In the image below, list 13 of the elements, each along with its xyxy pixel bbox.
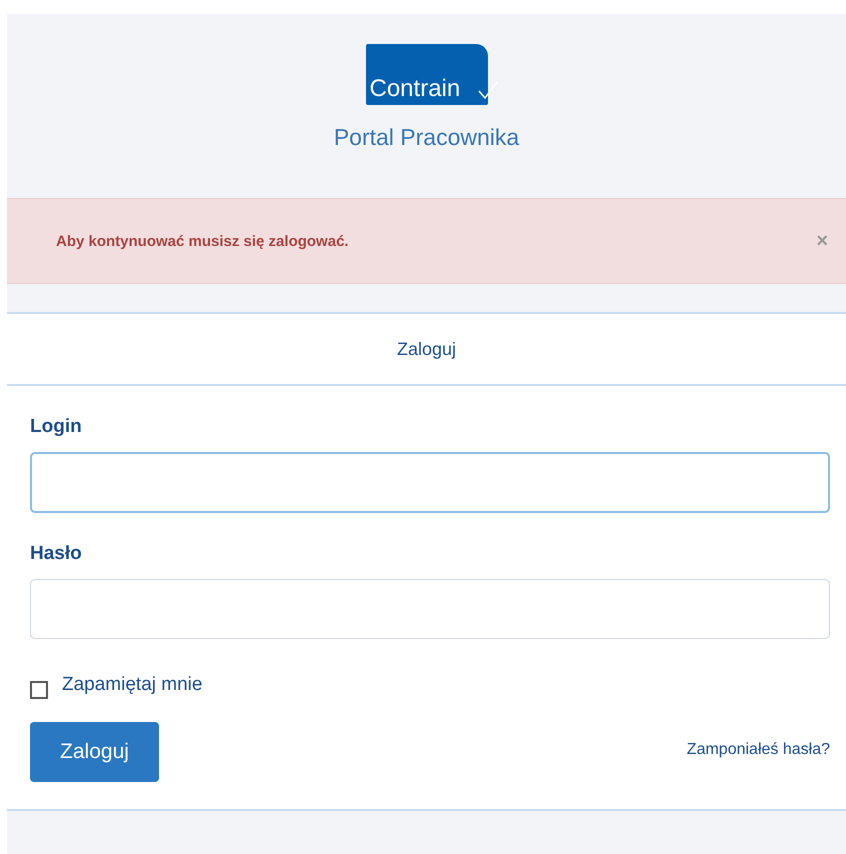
logo-text: Contrain bbox=[370, 77, 460, 101]
panel-title: Zaloguj bbox=[7, 314, 846, 386]
checkbox[interactable] bbox=[30, 681, 48, 699]
checkmark-icon bbox=[478, 81, 498, 99]
checkbox-label[interactable]: Zapamiętaj mnie bbox=[62, 674, 202, 696]
login-button[interactable]: Zaloguj bbox=[30, 722, 159, 782]
input-field[interactable] bbox=[30, 452, 830, 513]
field-label: Login bbox=[30, 416, 83, 438]
alert-message: Aby kontynuować musisz się zalogować. bbox=[56, 232, 349, 250]
input-field[interactable] bbox=[30, 579, 830, 639]
forgot-password-link[interactable]: Zamponiałeś hasła? bbox=[686, 741, 830, 759]
portal-title: Portal Pracownika bbox=[334, 124, 520, 151]
field-label: Hasło bbox=[30, 543, 83, 565]
